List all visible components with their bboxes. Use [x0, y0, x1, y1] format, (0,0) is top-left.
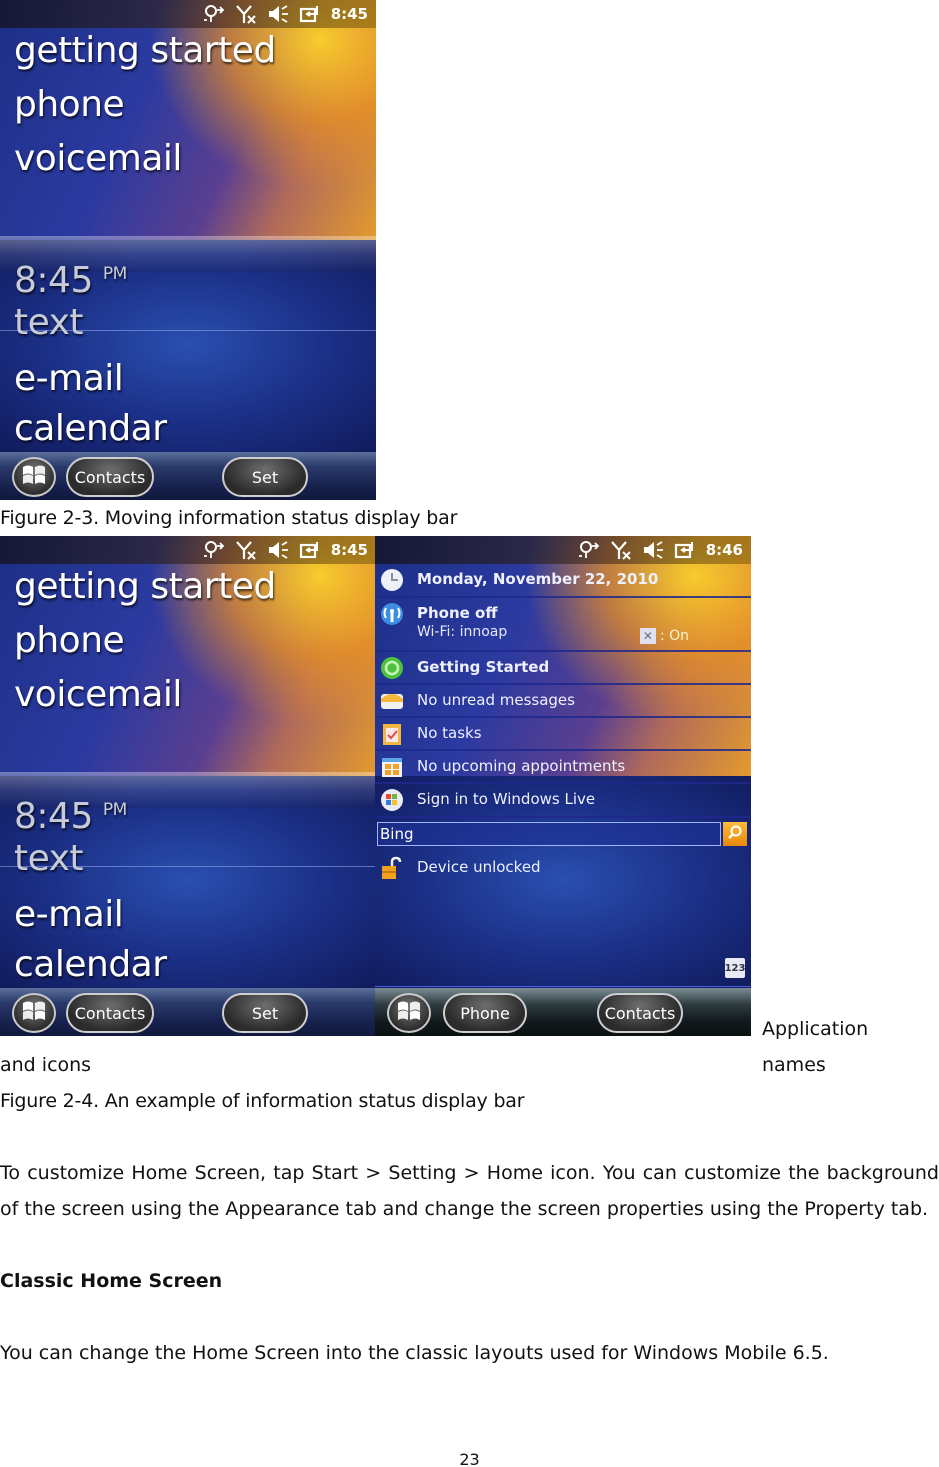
windows-flag-icon	[21, 463, 47, 491]
menu-item-e-mail[interactable]: e-mail	[14, 894, 124, 935]
start-button[interactable]	[12, 457, 56, 497]
set-softkey[interactable]: Set	[222, 993, 308, 1033]
battery-charging-icon[interactable]	[299, 540, 321, 560]
menu-item-phone[interactable]: phone	[14, 620, 125, 661]
figure-2-4-side-label-continued: and icons	[0, 1054, 92, 1076]
contacts-softkey[interactable]: Contacts	[66, 993, 154, 1033]
clock-icon	[379, 567, 405, 593]
clock-time: 8:45	[14, 796, 93, 837]
menu-item-getting-started[interactable]: getting started	[14, 30, 276, 71]
today-lock-row[interactable]: Device unlocked	[375, 852, 751, 888]
clock-display: 8:45 PM	[14, 796, 127, 837]
getting-started-label: Getting Started	[417, 658, 550, 676]
phone-softkey[interactable]: Phone	[443, 993, 527, 1033]
envelope-icon	[379, 688, 405, 714]
signal-off-icon[interactable]	[235, 4, 257, 24]
contacts-softkey[interactable]: Contacts	[597, 993, 683, 1033]
figure-2-3-caption: Figure 2-3. Moving information status di…	[0, 507, 458, 529]
windows-flag-icon	[21, 999, 47, 1027]
unlock-icon	[379, 855, 405, 881]
connectivity-icon[interactable]	[203, 540, 225, 560]
today-tasks-row[interactable]: No tasks	[375, 718, 751, 751]
status-time[interactable]: 8:45	[331, 5, 368, 23]
windows-live-label: Sign in to Windows Live	[417, 790, 596, 808]
search-icon	[727, 824, 743, 844]
lock-status: Device unlocked	[417, 858, 541, 876]
today-getting-started-row[interactable]: Getting Started	[375, 652, 751, 685]
menu-item-text[interactable]: text	[14, 302, 84, 343]
status-bar[interactable]: 8:46	[375, 536, 751, 564]
soft-key-bar: Phone Contacts	[375, 988, 751, 1036]
battery-charging-icon[interactable]	[674, 540, 696, 560]
figure-2-3-screenshot: 8:45 getting started phone voicemail 8:4…	[0, 0, 376, 500]
menu-item-text[interactable]: text	[14, 838, 84, 879]
figure-2-4-side-label: Application names	[762, 1018, 869, 1076]
phone-status: Phone off	[417, 604, 498, 622]
messages-label: No unread messages	[417, 691, 575, 709]
clock-display: 8:45 PM	[14, 260, 127, 301]
start-button[interactable]	[387, 993, 431, 1033]
calendar-icon	[379, 754, 405, 780]
connectivity-icon[interactable]	[203, 4, 225, 24]
tasks-label: No tasks	[417, 724, 482, 742]
wifi-status: Wi-Fi: innoap	[417, 624, 508, 640]
today-date: Monday, November 22, 2010	[417, 570, 659, 588]
windows-live-icon	[379, 787, 405, 813]
menu-item-calendar[interactable]: calendar	[14, 408, 167, 449]
bing-search-input[interactable]: Bing	[377, 822, 721, 846]
status-time[interactable]: 8:46	[706, 541, 743, 559]
status-bar[interactable]: 8:45	[0, 0, 376, 28]
menu-item-e-mail[interactable]: e-mail	[14, 358, 124, 399]
body-paragraph-2: You can change the Home Screen into the …	[0, 1342, 829, 1364]
menu-item-phone[interactable]: phone	[14, 84, 125, 125]
tasks-icon	[379, 721, 405, 747]
battery-charging-icon[interactable]	[299, 4, 321, 24]
input-panel-icon[interactable]: 123	[725, 958, 745, 978]
phone-signal-icon	[379, 601, 405, 627]
windows-flag-icon	[396, 999, 422, 1027]
sound-icon[interactable]	[267, 540, 289, 560]
body-paragraph-1: To customize Home Screen, tap Start > Se…	[0, 1162, 939, 1220]
getting-started-icon	[379, 655, 405, 681]
divider-line	[0, 330, 376, 331]
signal-off-icon[interactable]	[235, 540, 257, 560]
wifi-toggle-icon: ✕	[639, 628, 656, 644]
divider-line	[0, 866, 376, 867]
wifi-toggle-label: : On	[659, 628, 689, 644]
signal-off-icon[interactable]	[610, 540, 632, 560]
clock-ampm: PM	[102, 264, 127, 284]
sound-icon[interactable]	[642, 540, 664, 560]
status-bar[interactable]: 8:45	[0, 536, 376, 564]
contacts-softkey[interactable]: Contacts	[66, 457, 154, 497]
figure-2-4-caption: Figure 2-4. An example of information st…	[0, 1090, 525, 1112]
section-heading: Classic Home Screen	[0, 1270, 223, 1292]
wifi-toggle[interactable]: ✕ : On	[639, 628, 689, 644]
menu-item-voicemail[interactable]: voicemail	[14, 674, 182, 715]
today-phone-row[interactable]: Phone off Wi-Fi: innoap ✕ : On	[375, 598, 751, 652]
clock-ampm: PM	[102, 800, 127, 820]
today-appointments-row[interactable]: No upcoming appointments	[375, 751, 751, 784]
clock-time: 8:45	[14, 260, 93, 301]
connectivity-icon[interactable]	[578, 540, 600, 560]
set-softkey[interactable]: Set	[222, 457, 308, 497]
today-messages-row[interactable]: No unread messages	[375, 685, 751, 718]
menu-item-voicemail[interactable]: voicemail	[14, 138, 182, 179]
start-button[interactable]	[12, 993, 56, 1033]
appointments-label: No upcoming appointments	[417, 757, 626, 775]
soft-key-bar: Contacts Set	[0, 988, 376, 1036]
today-windows-live-row[interactable]: Sign in to Windows Live	[375, 784, 751, 818]
bing-search-button[interactable]	[723, 822, 747, 846]
status-time[interactable]: 8:45	[331, 541, 368, 559]
soft-key-bar: Contacts Set	[0, 452, 376, 500]
menu-item-calendar[interactable]: calendar	[14, 944, 167, 985]
figure-2-4-right-screenshot: 8:46 Monday, November 22, 2010 Phone off…	[375, 536, 751, 1036]
figure-2-4-left-screenshot: 8:45 getting started phone voicemail 8:4…	[0, 536, 376, 1036]
today-date-row[interactable]: Monday, November 22, 2010	[375, 564, 751, 598]
page-number: 23	[459, 1450, 480, 1467]
menu-item-getting-started[interactable]: getting started	[14, 566, 276, 607]
sound-icon[interactable]	[267, 4, 289, 24]
divider-line	[375, 986, 751, 987]
